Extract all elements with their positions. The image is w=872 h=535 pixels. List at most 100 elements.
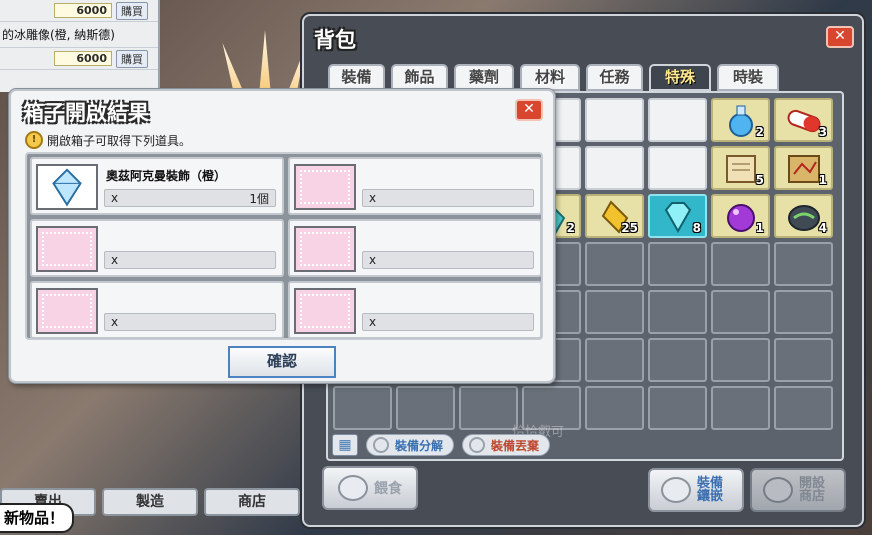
result-item-quantity: x [104,313,276,331]
inventory-slot[interactable] [396,386,455,430]
inventory-slot[interactable] [711,242,770,286]
inventory-slot[interactable] [648,98,707,142]
price: 6000 [54,3,112,18]
grid-view-button[interactable]: ▦ [332,434,358,456]
result-item[interactable]: x [30,281,284,339]
shop-item-name: 的冰雕像(橙, 納斯德) [0,22,158,48]
inventory-slot[interactable] [774,290,833,334]
diamond-icon [36,164,98,210]
item-quantity: 8 [692,221,701,235]
inventory-slot[interactable]: 5 [711,146,770,190]
inventory-slot[interactable] [585,242,644,286]
red-capsule-icon [786,104,822,138]
inventory-slot[interactable] [774,338,833,382]
feed-label: 餵食 [374,481,402,497]
quantity-x: x [369,253,377,267]
trash-icon [469,437,486,453]
inventory-slot[interactable] [585,338,644,382]
inventory-slot[interactable] [774,242,833,286]
inventory-slot[interactable]: 2 [711,98,770,142]
inlay-icon [661,477,691,503]
result-item[interactable]: x [288,157,542,215]
inventory-slot[interactable] [711,290,770,334]
feed-icon [338,475,368,501]
store-button[interactable]: 商店 [204,488,300,516]
tab-3[interactable]: 材料 [520,64,580,91]
empty-item-icon [294,226,356,272]
result-item[interactable]: 奧茲阿克曼裝飾（橙） x 1個 [30,157,284,215]
tab-6[interactable]: 時裝 [717,64,779,91]
box-result-dialog: 箱子開啟結果 ✕ ! 開啟箱子可取得下列道具。 奧茲阿克曼裝飾（橙） x 1個 x x x… [9,89,555,383]
purple-orb-icon [723,200,759,234]
inventory-slot[interactable]: 1 [711,194,770,238]
backpack-bottom-bar: 餵食 裝備鑲嵌 開設商店 [322,464,848,518]
empty-item-icon [294,288,356,334]
shop-list: 6000 購買 的冰雕像(橙, 納斯德) 6000 購買 [0,0,160,92]
inventory-slot[interactable] [711,386,770,430]
treasure-map-icon [786,152,822,186]
inventory-slot[interactable] [585,290,644,334]
dialog-title: 箱子開啟結果 [23,101,149,125]
blue-potion-icon [723,104,759,138]
open-shop-button[interactable]: 開設商店 [750,468,846,512]
rune-stone-icon [786,200,822,234]
inventory-slot[interactable]: 8 [648,194,707,238]
disassemble-button[interactable]: 裝備分解 [366,434,455,456]
item-quantity: 5 [755,173,764,187]
inventory-slot[interactable]: 25 [585,194,644,238]
tab-4[interactable]: 任務 [586,64,643,91]
inventory-slot[interactable]: 3 [774,98,833,142]
inventory-slot[interactable]: 1 [774,146,833,190]
discard-button[interactable]: 裝備丟棄 [462,434,551,456]
inventory-slot[interactable] [648,290,707,334]
inventory-slot[interactable] [585,98,644,142]
inventory-slot[interactable] [774,386,833,430]
buy-button[interactable]: 購買 [116,1,148,20]
open-shop-label: 開設商店 [799,476,826,504]
quantity-value: 1個 [249,191,269,206]
item-quantity: 2 [566,221,575,235]
result-item-quantity: x [104,251,276,269]
confirm-button[interactable]: 確認 [228,346,336,378]
inventory-slot[interactable] [585,386,644,430]
inventory-slot[interactable] [585,146,644,190]
tab-1[interactable]: 飾品 [391,64,448,91]
scroll-icon [723,152,759,186]
tab-5[interactable]: 特殊 [649,64,711,91]
quantity-x: x [111,253,119,267]
quantity-x: x [111,191,119,205]
backpack-tools: ▦ 裝備分解 裝備丟棄 [332,434,551,456]
inventory-slot[interactable] [648,338,707,382]
quantity-x: x [111,315,119,329]
result-item[interactable]: x [288,281,542,339]
backpack-title: 背包 [314,28,356,52]
result-item[interactable]: x [288,219,542,277]
equip-inlay-button[interactable]: 裝備鑲嵌 [648,468,744,512]
inventory-slot[interactable]: 4 [774,194,833,238]
inventory-slot[interactable] [333,386,392,430]
dialog-close-button[interactable]: ✕ [515,99,543,121]
empty-item-icon [36,226,98,272]
feed-button[interactable]: 餵食 [322,466,418,510]
equip-inlay-label: 裝備鑲嵌 [697,476,724,504]
inventory-slot[interactable] [711,338,770,382]
item-quantity: 4 [818,221,827,235]
inventory-slot[interactable] [459,386,518,430]
craft-button[interactable]: 製造 [102,488,198,516]
buy-button[interactable]: 購買 [116,49,148,68]
result-item[interactable]: x [30,219,284,277]
inventory-slot[interactable] [648,386,707,430]
item-quantity: 2 [755,125,764,139]
tab-2[interactable]: 藥劑 [454,64,514,91]
result-item-quantity: x [362,189,534,207]
new-item-toast: 新物品！ [0,503,75,533]
backpack-close-button[interactable]: ✕ [826,26,854,48]
recycle-icon [373,437,389,453]
inventory-slot[interactable] [648,242,707,286]
price: 6000 [54,51,112,66]
gem-icon [660,200,696,234]
disassemble-label: 裝備分解 [395,438,444,453]
dialog-description-text: 開啟箱子可取得下列道具。 [47,133,192,148]
tab-0[interactable]: 裝備 [328,64,385,91]
inventory-slot[interactable] [648,146,707,190]
